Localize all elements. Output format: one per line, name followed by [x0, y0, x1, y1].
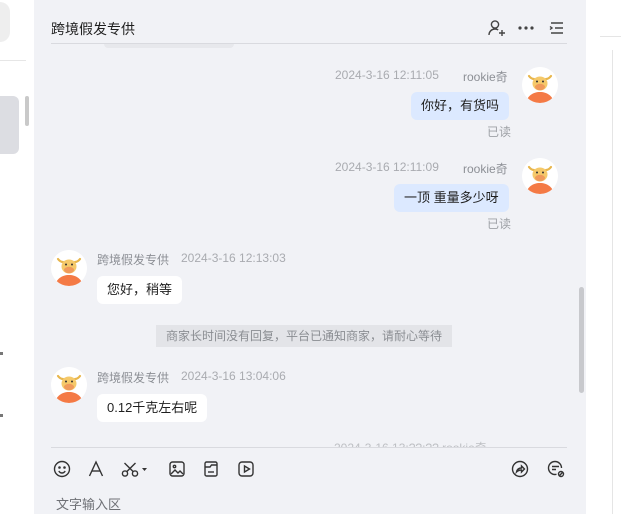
video-icon[interactable]: [235, 458, 257, 480]
avatar[interactable]: [522, 67, 558, 103]
message-sender: 跨境假发专供: [97, 371, 170, 385]
avatar[interactable]: [51, 250, 87, 286]
font-icon[interactable]: [85, 458, 107, 480]
left-divider: [0, 60, 26, 61]
message-sender: rookie奇: [463, 162, 508, 176]
message-bubble[interactable]: 您好，稍等: [97, 276, 183, 304]
message-sender: 跨境假发专供: [97, 253, 170, 267]
chat-title: 跨境假发专供: [51, 21, 135, 37]
chat-header: 跨境假发专供: [34, 0, 586, 48]
system-notice: 商家长时间没有回复，平台已通知商家，请耐心等待: [156, 325, 452, 347]
avatar[interactable]: [522, 158, 558, 194]
avatar[interactable]: [51, 367, 87, 403]
file-icon[interactable]: [200, 458, 222, 480]
conversation-list-edge: [0, 0, 29, 514]
message-list-scrollbar[interactable]: [579, 287, 584, 393]
message-time: 2024-3-16 12:13:03: [181, 251, 286, 265]
chat-window: 跨境假发专供 2024-3-16 12:11:05 rookie奇 你好，有货吗…: [34, 0, 586, 514]
message-settings-icon[interactable]: [545, 458, 567, 480]
read-status: 已读: [487, 217, 512, 231]
list-menu-icon[interactable]: [546, 17, 568, 39]
left-edge-mark: [0, 414, 3, 417]
right-side-panel: [586, 0, 621, 514]
message-bubble[interactable]: 0.12千克左右呢: [97, 394, 208, 422]
more-dots-icon[interactable]: [515, 17, 537, 39]
search-box-edge[interactable]: [0, 2, 10, 42]
message-sender: rookie奇: [463, 70, 508, 84]
right-panel-divider: [600, 36, 621, 37]
left-edge-mark: [0, 352, 3, 355]
message-bubble[interactable]: 你好，有货吗: [411, 92, 510, 120]
message-time: 2024-3-16 12:11:05: [335, 68, 439, 82]
message-bubble[interactable]: 一顶 重量多少呀: [394, 184, 509, 212]
selected-conversation-item[interactable]: [0, 96, 19, 154]
scissors-icon[interactable]: [120, 458, 150, 480]
image-icon[interactable]: [166, 458, 188, 480]
toolbar-divider: [51, 447, 567, 448]
share-icon[interactable]: [509, 458, 531, 480]
emoji-icon[interactable]: [51, 458, 73, 480]
message-list[interactable]: 2024-3-16 12:11:05 rookie奇 你好，有货吗 已读 202…: [34, 48, 586, 447]
message-time: 2024-3-16 13:04:06: [181, 369, 286, 383]
add-person-icon[interactable]: [486, 17, 508, 39]
right-panel-border: [612, 50, 613, 514]
read-status: 已读: [487, 125, 512, 139]
partial-message-meta: 2024-3-16 13:??:?? rookie奇: [334, 439, 487, 447]
message-time: 2024-3-16 12:11:09: [335, 160, 439, 174]
message-input[interactable]: 文字输入区: [56, 494, 121, 513]
conversation-list-scrollbar[interactable]: [25, 96, 29, 126]
